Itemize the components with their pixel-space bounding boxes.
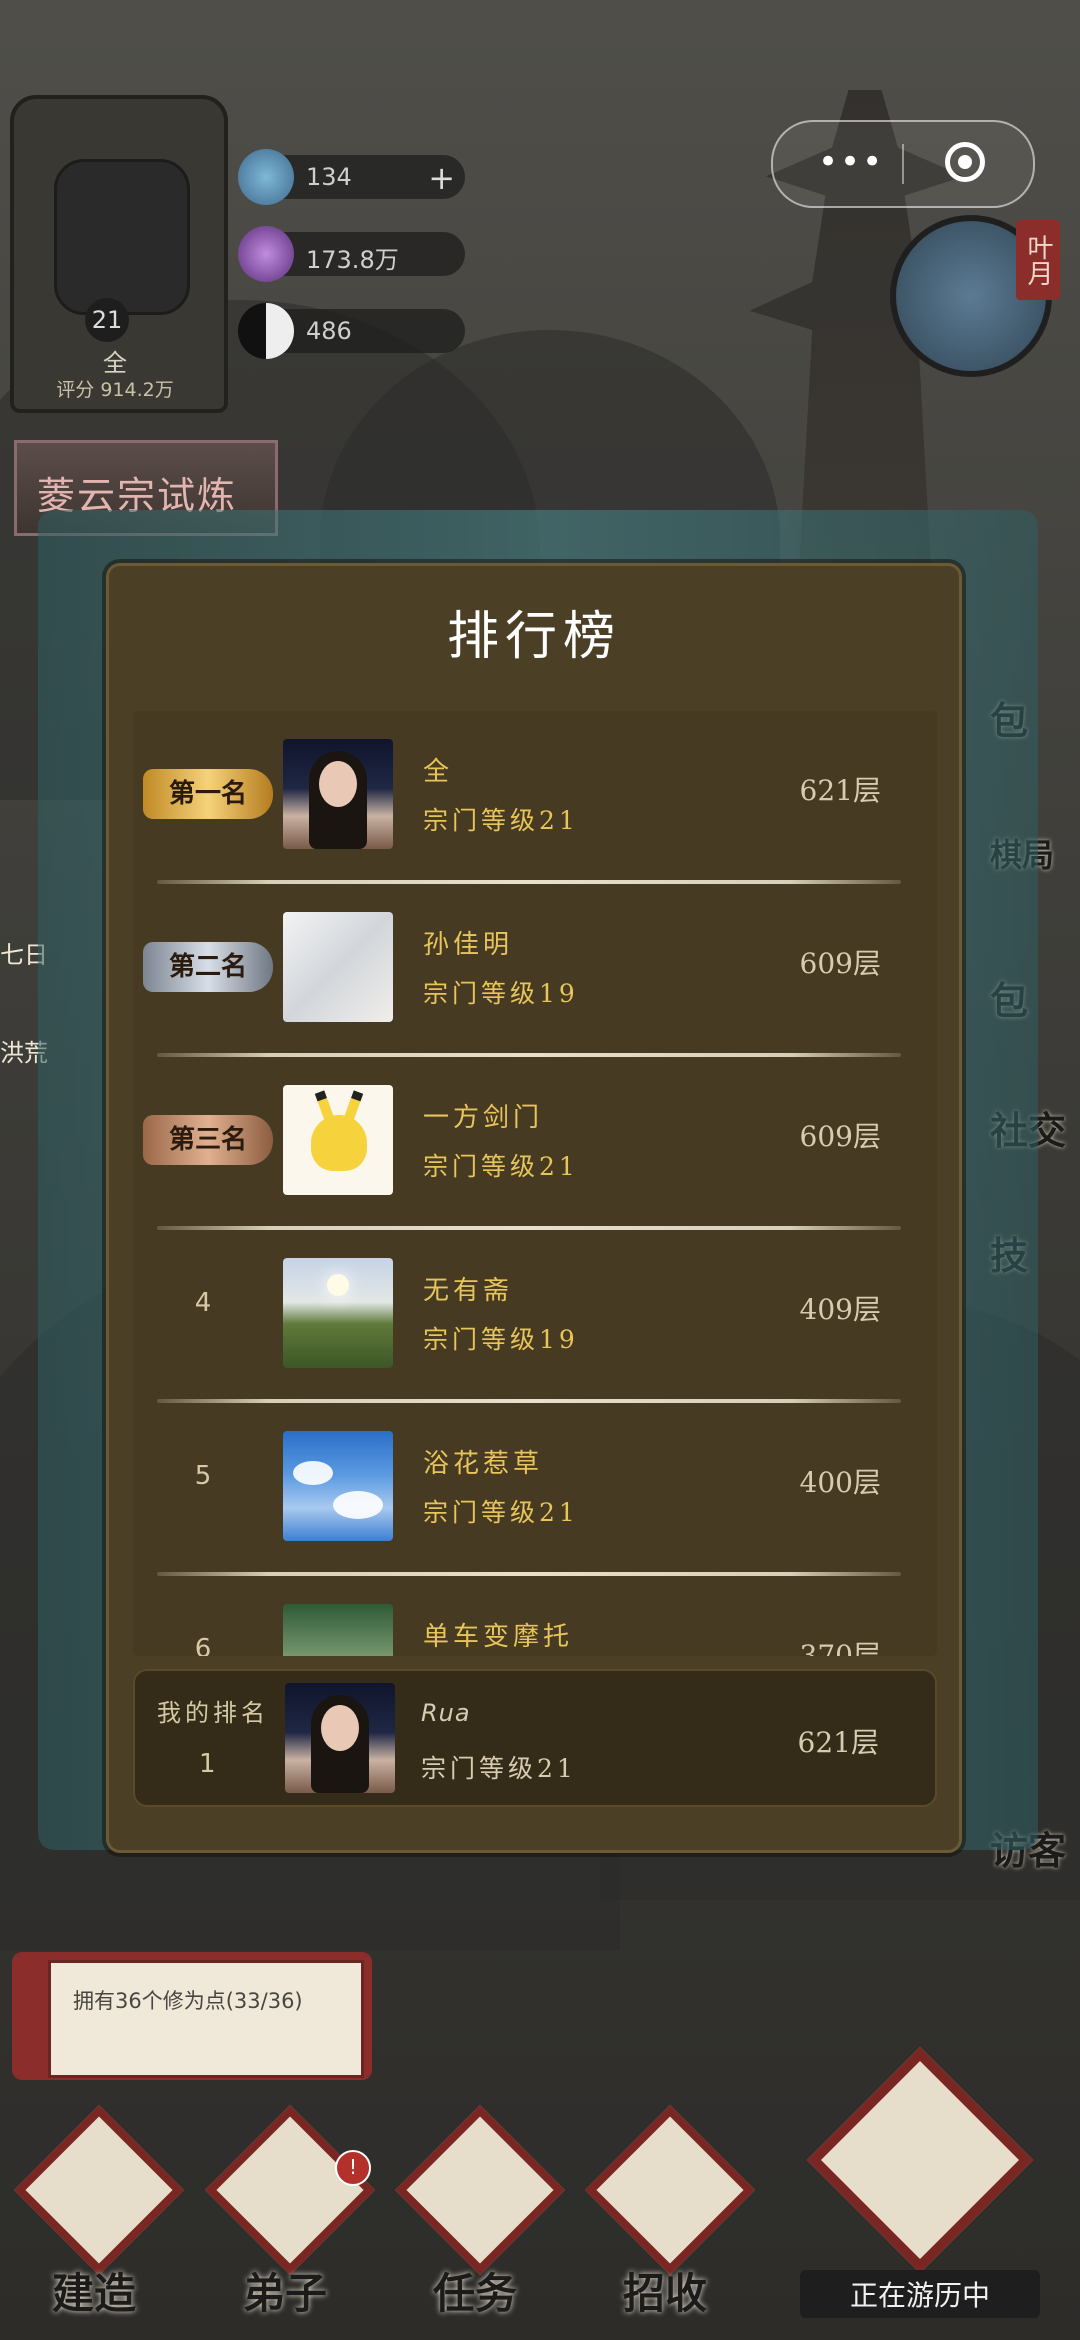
resource-value: 173.8万 <box>306 246 399 274</box>
rank-number: 4 <box>194 1288 212 1318</box>
nav-label: 招收 <box>622 2269 707 2318</box>
spirit-stone-icon <box>238 149 294 205</box>
nav-recruit[interactable]: 招收 <box>575 2105 755 2320</box>
recruit-card-icon <box>585 2105 755 2275</box>
add-icon[interactable]: + <box>428 159 455 197</box>
panel-title: 排行榜 <box>446 607 621 667</box>
sect-level: 宗门等级21 <box>423 1152 579 1181</box>
notice-paper: 拥有36个修为点(33/36) <box>48 1960 364 2078</box>
table-row[interactable]: 第二名 孙佳明 宗门等级19 609层 <box>133 884 937 1057</box>
player-name: Rua <box>421 1699 471 1727</box>
avatar <box>283 1604 393 1656</box>
nav-label: 弟子 <box>242 2269 327 2318</box>
sect-level: 宗门等级21 <box>421 1754 577 1783</box>
nav-label: 建造 <box>51 2269 136 2318</box>
floor-count: 621层 <box>799 774 881 807</box>
sect-level: 宗门等级19 <box>423 1325 579 1354</box>
table-row[interactable]: 4 无有斋 宗门等级19 409层 <box>133 1230 937 1403</box>
floor-count: 400层 <box>799 1466 881 1499</box>
travel-icon <box>806 2046 1034 2274</box>
nav-tasks[interactable]: 任务 <box>385 2105 565 2320</box>
resource-value: 134 <box>306 163 352 191</box>
sect-name: 全 <box>103 349 127 377</box>
avatar <box>283 1258 393 1368</box>
month-tag: 叶月 <box>1016 220 1060 300</box>
floor-count: 609层 <box>799 1120 881 1153</box>
notice-text: 拥有36个修为点(33/36) <box>73 1989 303 2013</box>
floor-count: 621层 <box>797 1726 879 1759</box>
avatar <box>283 912 393 1022</box>
resource-yin-yang: 486 <box>238 303 465 359</box>
resource-value: 486 <box>306 317 352 345</box>
sect-score: 评分 914.2万 <box>56 379 174 401</box>
rank-number: 6 <box>194 1634 212 1656</box>
rank-medal-bronze: 第三名 <box>143 1115 273 1165</box>
travel-status: 正在游历中 <box>800 2270 1040 2318</box>
sword-emblem-icon <box>54 159 190 315</box>
floor-count: 409层 <box>799 1293 881 1326</box>
disciple-icon <box>205 2105 375 2275</box>
player-name: 单车变摩托 <box>423 1622 574 1652</box>
avatar <box>283 1085 393 1195</box>
yin-yang-icon <box>238 303 294 359</box>
spirit-orb-icon <box>238 226 294 282</box>
my-rank-number: 1 <box>199 1749 216 1779</box>
floor-count: 609层 <box>799 947 881 980</box>
nav-disciples[interactable]: ! 弟子 <box>195 2105 375 2320</box>
sect-level: 宗门等级19 <box>423 979 579 1008</box>
table-row[interactable]: 5 浴花惹草 宗门等级21 400层 <box>133 1403 937 1576</box>
table-row[interactable]: 第三名 一方剑门 宗门等级21 609层 <box>133 1057 937 1230</box>
nav-label: 任务 <box>432 2269 517 2318</box>
floor-count: 370层 <box>799 1639 881 1656</box>
travel-button[interactable]: 正在游历中 <box>800 2046 1040 2318</box>
task-scroll-icon <box>395 2105 565 2275</box>
my-rank-row: 我的排名 1 Rua 宗门等级21 621层 <box>133 1669 937 1807</box>
sect-level: 21 <box>85 298 129 342</box>
player-name: 全 <box>423 757 454 787</box>
resource-spirit-stone[interactable]: 134 + <box>238 149 465 205</box>
avatar <box>285 1683 395 1793</box>
close-target-icon[interactable] <box>945 142 985 182</box>
miniprogram-capsule: ••• <box>771 120 1035 208</box>
more-icon[interactable]: ••• <box>818 142 884 182</box>
resource-spirit-orb: 173.8万 <box>238 226 465 282</box>
leaderboard-list[interactable]: 第一名 全 宗门等级21 621层 第二名 孙佳明 宗门等级19 609层 第三… <box>133 711 937 1656</box>
avatar <box>283 1431 393 1541</box>
table-row[interactable]: 6 单车变摩托 370层 <box>133 1576 937 1656</box>
leaderboard-panel: 排行榜 第一名 全 宗门等级21 621层 第二名 孙佳明 宗门等级19 609… <box>106 563 962 1853</box>
nav-build[interactable]: 建造 <box>4 2105 184 2320</box>
player-name: 浴花惹草 <box>423 1449 544 1479</box>
rank-number: 5 <box>194 1461 212 1491</box>
sect-level: 宗门等级21 <box>423 806 579 835</box>
player-name: 孙佳明 <box>423 930 514 960</box>
table-row[interactable]: 第一名 全 宗门等级21 621层 <box>133 711 937 884</box>
sect-level: 宗门等级21 <box>423 1498 579 1527</box>
player-name: 无有斋 <box>423 1276 514 1306</box>
rank-medal-gold: 第一名 <box>143 769 273 819</box>
alert-badge: ! <box>335 2150 371 2186</box>
my-rank-label: 我的排名 <box>157 1699 269 1727</box>
player-name: 一方剑门 <box>423 1103 544 1133</box>
rank-medal-silver: 第二名 <box>143 942 273 992</box>
avatar <box>283 739 393 849</box>
build-icon <box>14 2105 184 2275</box>
